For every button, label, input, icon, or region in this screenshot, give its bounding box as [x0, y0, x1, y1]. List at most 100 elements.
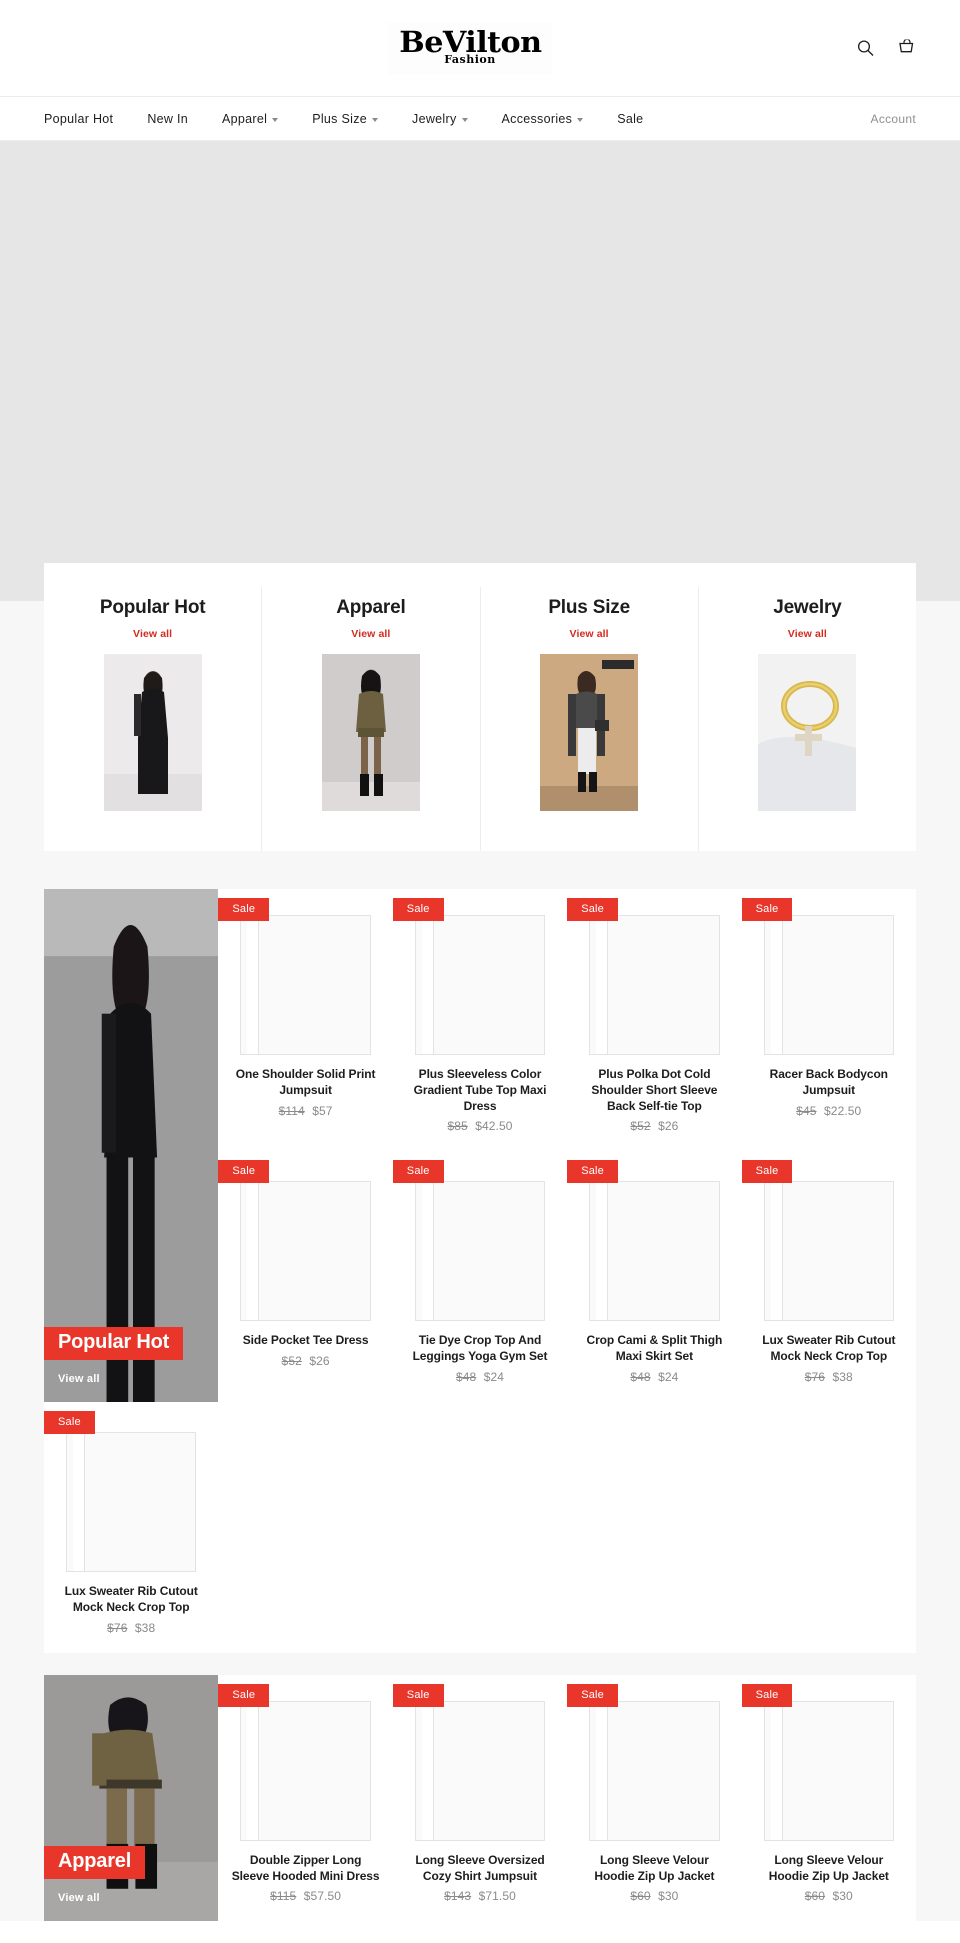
- product-card[interactable]: Sale Long Sleeve Oversized Cozy Shirt Ju…: [392, 1674, 568, 1922]
- collection-title: Plus Size: [548, 597, 630, 618]
- product-image-placeholder[interactable]: [763, 1181, 894, 1322]
- nav-item-label: Popular Hot: [44, 111, 114, 126]
- product-card[interactable]: Sale Side Pocket Tee Dress $52 $26: [218, 1151, 393, 1403]
- collection-card-jewelry[interactable]: Jewelry View all: [699, 587, 916, 851]
- nav-item-accessories[interactable]: Accessories: [502, 112, 604, 126]
- collection-view-all-link[interactable]: View all: [495, 628, 684, 640]
- hero-banner[interactable]: [0, 141, 960, 601]
- sale-badge: Sale: [741, 1683, 793, 1707]
- product-image-placeholder[interactable]: [589, 915, 720, 1055]
- broken-image-icon: [596, 1701, 609, 1840]
- collection-thumbnail[interactable]: [540, 654, 639, 811]
- product-price: $52 $26: [228, 1354, 382, 1368]
- nav-item-popular-hot[interactable]: Popular Hot: [44, 112, 133, 126]
- product-price-original: $52: [630, 1119, 651, 1134]
- product-image-placeholder[interactable]: [414, 1181, 546, 1322]
- product-price-original: $76: [804, 1370, 826, 1385]
- broken-image-icon: [596, 1182, 609, 1321]
- product-card[interactable]: Sale Crop Cami & Split Thigh Maxi Skirt …: [567, 1151, 742, 1403]
- product-image-placeholder[interactable]: [589, 1181, 720, 1322]
- product-title: Double Zipper Long Sleeve Hooded Mini Dr…: [231, 1852, 380, 1883]
- product-price-original: $114: [278, 1103, 305, 1118]
- product-price-sale: $71.50: [478, 1889, 516, 1904]
- collection-title: Jewelry: [773, 597, 842, 618]
- nav-item-sale[interactable]: Sale: [617, 112, 663, 126]
- product-card[interactable]: Sale Lux Sweater Rib Cutout Mock Neck Cr…: [44, 1402, 219, 1653]
- logo-primary-text: BeVilton: [398, 24, 542, 59]
- account-link[interactable]: Account: [871, 112, 916, 126]
- header-icons: [857, 39, 916, 57]
- promo-view-all-link[interactable]: View all: [58, 1892, 100, 1904]
- product-image-placeholder[interactable]: [240, 1181, 371, 1322]
- product-price-sale: $30: [832, 1889, 853, 1904]
- collection-list: Popular Hot View all Apparel View all Pl…: [44, 563, 916, 851]
- product-image-placeholder[interactable]: [414, 1700, 546, 1841]
- product-image-placeholder[interactable]: [763, 1700, 894, 1841]
- collection-thumbnail[interactable]: [321, 654, 420, 811]
- logo[interactable]: BeVilton Fashion: [24, 21, 916, 75]
- product-price-sale: $24: [658, 1370, 679, 1385]
- nav-item-label: Apparel: [222, 111, 268, 126]
- nav-item-new-in[interactable]: New In: [147, 112, 208, 126]
- product-title: One Shoulder Solid Print Jumpsuit: [235, 1067, 376, 1097]
- collection-view-all-link[interactable]: View all: [58, 628, 247, 640]
- collection-card-popular-hot[interactable]: Popular Hot View all: [44, 587, 263, 851]
- product-card[interactable]: Sale Racer Back Bodycon Jumpsuit $45 $22…: [741, 889, 916, 1152]
- product-card[interactable]: Sale Lux Sweater Rib Cutout Mock Neck Cr…: [741, 1151, 916, 1403]
- collection-thumbnail[interactable]: [103, 654, 202, 811]
- site-header: BeVilton Fashion: [0, 0, 960, 96]
- product-card[interactable]: Sale One Shoulder Solid Print Jumpsuit $…: [218, 889, 393, 1152]
- product-title: Crop Cami & Split Thigh Maxi Skirt Set: [586, 1333, 723, 1364]
- sale-badge: Sale: [567, 898, 619, 921]
- promo-tile-apparel[interactable]: Apparel View all: [44, 1674, 219, 1922]
- product-card[interactable]: Sale Double Zipper Long Sleeve Hooded Mi…: [218, 1674, 393, 1922]
- product-price-sale: $38: [134, 1620, 156, 1635]
- product-image-placeholder[interactable]: [240, 915, 371, 1055]
- product-card[interactable]: Sale Plus Polka Dot Cold Shoulder Short …: [567, 889, 742, 1152]
- search-icon[interactable]: [857, 40, 874, 57]
- product-price-sale: $57.50: [303, 1889, 342, 1904]
- product-price: $60 $30: [752, 1889, 906, 1903]
- collection-view-all-link[interactable]: View all: [713, 628, 902, 640]
- product-card[interactable]: Sale Long Sleeve Velour Hoodie Zip Up Ja…: [741, 1674, 916, 1922]
- nav-item-jewelry[interactable]: Jewelry: [412, 112, 487, 126]
- collection-card-plus-size[interactable]: Plus Size View all: [481, 587, 699, 851]
- product-section-apparel: Apparel View all Sale Double Zipper Long …: [44, 1674, 916, 1922]
- nav-item-plus-size[interactable]: Plus Size: [312, 112, 398, 126]
- collection-card-apparel[interactable]: Apparel View all: [262, 587, 481, 851]
- product-price-sale: $30: [658, 1889, 679, 1904]
- product-image-placeholder[interactable]: [763, 915, 894, 1055]
- product-image-placeholder[interactable]: [414, 915, 546, 1055]
- product-title: Tie Dye Crop Top And Leggings Yoga Gym S…: [412, 1333, 548, 1364]
- sale-badge: Sale: [392, 1683, 444, 1707]
- main-navigation: Popular Hot New In Apparel Plus Size Jewelry…: [0, 96, 960, 141]
- broken-image-icon: [421, 1701, 434, 1840]
- collection-thumbnail[interactable]: [758, 654, 857, 811]
- product-card[interactable]: Sale Tie Dye Crop Top And Leggings Yoga …: [392, 1151, 568, 1403]
- product-price: $48 $24: [403, 1370, 557, 1384]
- nav-item-apparel[interactable]: Apparel: [222, 112, 298, 126]
- broken-image-icon: [247, 916, 260, 1054]
- product-image-placeholder[interactable]: [240, 1700, 371, 1841]
- sale-badge: Sale: [44, 1411, 95, 1435]
- collection-view-all-link[interactable]: View all: [276, 628, 465, 640]
- broken-image-icon: [770, 1182, 783, 1321]
- product-price: $115 $57.50: [228, 1889, 382, 1903]
- broken-image-icon: [596, 916, 609, 1054]
- product-price: $143 $71.50: [403, 1889, 557, 1903]
- product-image-placeholder[interactable]: [66, 1432, 197, 1573]
- product-title: Plus Polka Dot Cold Shoulder Short Sleev…: [591, 1067, 718, 1113]
- cart-icon[interactable]: [898, 39, 916, 57]
- promo-label-wrap: Popular Hot: [44, 1327, 184, 1361]
- product-card[interactable]: Sale Long Sleeve Velour Hoodie Zip Up Ja…: [567, 1674, 742, 1922]
- product-card[interactable]: Sale Plus Sleeveless Color Gradient Tube…: [392, 889, 568, 1152]
- promo-view-all-link[interactable]: View all: [58, 1373, 100, 1385]
- sale-badge: Sale: [741, 1160, 793, 1184]
- product-title: Plus Sleeveless Color Gradient Tube Top …: [413, 1067, 547, 1113]
- nav-item-label: Plus Size: [312, 111, 368, 126]
- promo-tile-popular-hot[interactable]: Popular Hot View all: [44, 889, 219, 1403]
- sale-badge: Sale: [392, 898, 444, 921]
- product-image-placeholder[interactable]: [589, 1700, 720, 1841]
- nav-item-label: Jewelry: [412, 111, 457, 126]
- logo-block[interactable]: BeVilton Fashion: [387, 21, 553, 75]
